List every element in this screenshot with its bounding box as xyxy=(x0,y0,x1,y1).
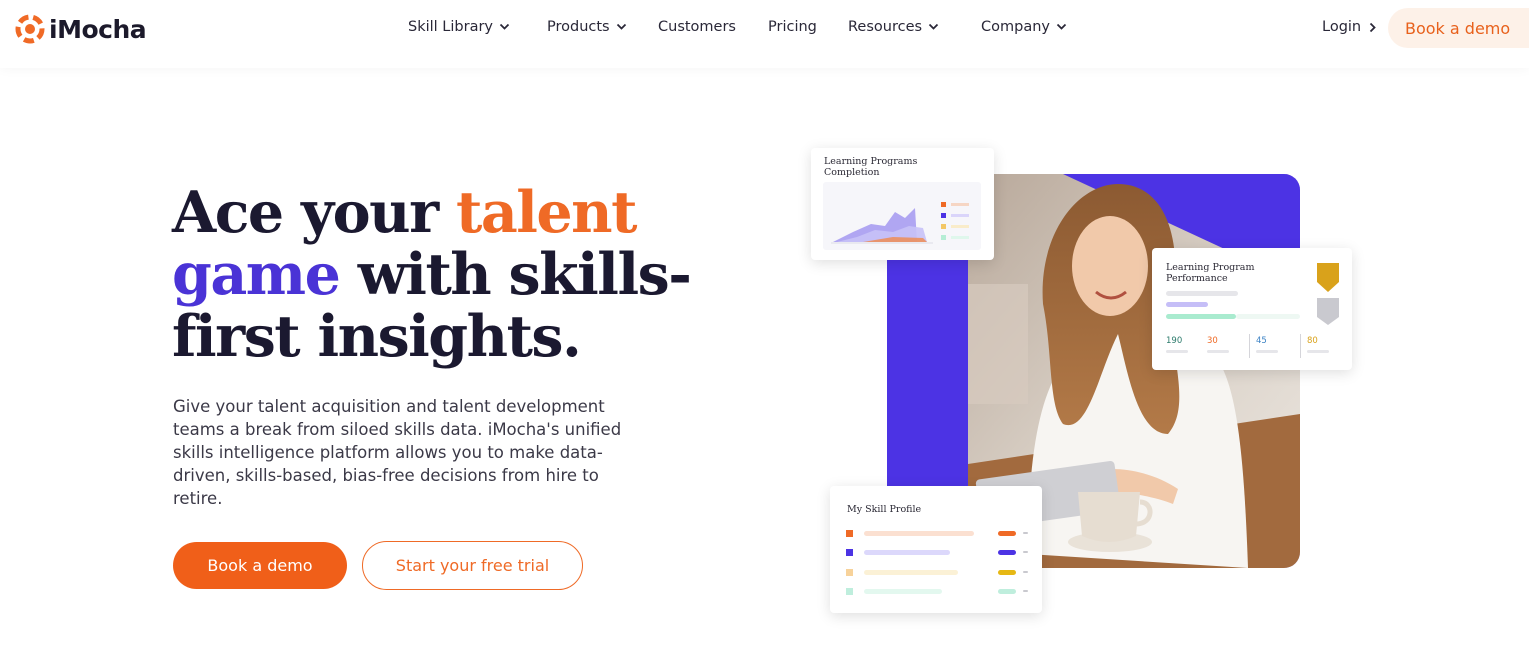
skill-level-bar xyxy=(998,589,1016,594)
top-navbar: iMocha Skill Library Products Customers … xyxy=(0,0,1529,68)
stat-sublabel xyxy=(1256,350,1278,353)
nav-customers[interactable]: Customers xyxy=(658,19,736,35)
learning-programs-completion-card: Learning Programs Completion xyxy=(811,148,994,260)
stat-sublabel xyxy=(1207,350,1229,353)
skill-color-marker xyxy=(846,569,853,576)
stat-divider xyxy=(1249,334,1250,358)
skill-tick xyxy=(1023,532,1028,534)
nav-pricing[interactable]: Pricing xyxy=(768,19,817,35)
imocha-logo-icon xyxy=(15,14,45,44)
area-chart-graphic xyxy=(831,202,969,244)
start-free-trial-button[interactable]: Start your free trial xyxy=(362,541,583,590)
learning-completion-title-line-1: Learning Programs xyxy=(824,156,918,167)
imocha-logo[interactable]: iMocha xyxy=(14,13,147,45)
completion-chart-panel xyxy=(823,182,981,250)
headline-accent-talent: talent xyxy=(456,179,637,246)
skill-bar xyxy=(864,570,958,575)
skill-bar xyxy=(864,531,974,536)
performance-bar-3-track xyxy=(1236,314,1300,319)
login-link[interactable]: Login xyxy=(1322,19,1377,35)
stat-sublabel xyxy=(1166,350,1188,353)
learning-program-performance-card: Learning Program Performance 190 30 45 8… xyxy=(1152,248,1352,370)
chevron-right-icon xyxy=(1369,22,1376,32)
performance-title-line-2: Performance xyxy=(1166,273,1228,284)
nav-customers-label: Customers xyxy=(658,19,736,35)
performance-bar-1 xyxy=(1166,291,1238,296)
skill-color-marker xyxy=(846,549,853,556)
chevron-down-icon xyxy=(616,23,626,30)
performance-bar-3 xyxy=(1166,314,1236,319)
skill-bar xyxy=(864,589,942,594)
stat-value-2: 30 xyxy=(1207,336,1218,346)
performance-card-title: Learning Program Performance xyxy=(1166,262,1254,284)
skill-color-marker xyxy=(846,530,853,537)
my-skill-profile-card: My Skill Profile xyxy=(830,486,1042,613)
headline-part-5: first insights. xyxy=(172,303,582,370)
nav-pricing-label: Pricing xyxy=(768,19,817,35)
nav-company-label: Company xyxy=(981,19,1050,35)
book-demo-button[interactable]: Book a demo xyxy=(173,542,347,589)
learning-completion-title-line-2: Completion xyxy=(824,167,880,178)
hero-headline: Ace your talent game with skills-first in… xyxy=(172,182,732,368)
nav-skill-library-label: Skill Library xyxy=(408,19,493,35)
headline-part-1: Ace your xyxy=(172,179,456,246)
skill-tick xyxy=(1023,590,1028,592)
headline-accent-game: game xyxy=(172,241,341,308)
stat-value-4: 80 xyxy=(1307,336,1318,346)
skill-color-marker xyxy=(846,588,853,595)
skill-tick xyxy=(1023,571,1028,573)
skill-profile-card-title: My Skill Profile xyxy=(847,504,922,515)
performance-badge-icons xyxy=(1317,263,1339,325)
stat-sublabel xyxy=(1307,350,1329,353)
nav-resources-label: Resources xyxy=(848,19,923,35)
chevron-down-icon xyxy=(928,23,939,30)
stat-value-3: 45 xyxy=(1256,336,1267,346)
nav-skill-library[interactable]: Skill Library xyxy=(408,19,510,35)
performance-bar-2 xyxy=(1166,302,1208,307)
nav-resources[interactable]: Resources xyxy=(848,19,939,35)
skill-bar xyxy=(864,550,950,555)
login-label: Login xyxy=(1322,19,1362,35)
learning-completion-card-title: Learning Programs Completion xyxy=(824,156,917,178)
stat-value-1: 190 xyxy=(1166,336,1183,346)
nav-company[interactable]: Company xyxy=(981,19,1067,35)
chevron-down-icon xyxy=(1056,23,1067,30)
logo-text: iMocha xyxy=(49,14,147,44)
skill-tick xyxy=(1023,551,1028,553)
nav-products[interactable]: Products xyxy=(547,19,627,35)
skill-level-bar xyxy=(998,570,1016,575)
stat-divider xyxy=(1300,334,1301,358)
nav-products-label: Products xyxy=(547,19,610,35)
headline-part-4: with skills- xyxy=(339,241,692,308)
nav-book-demo-button[interactable]: Book a demo xyxy=(1388,8,1529,48)
chevron-down-icon xyxy=(499,23,510,30)
skill-level-bar xyxy=(998,531,1016,536)
performance-title-line-1: Learning Program xyxy=(1166,262,1255,273)
skill-level-bar xyxy=(998,550,1016,555)
hero-description: Give your talent acquisition and talent … xyxy=(173,397,622,508)
